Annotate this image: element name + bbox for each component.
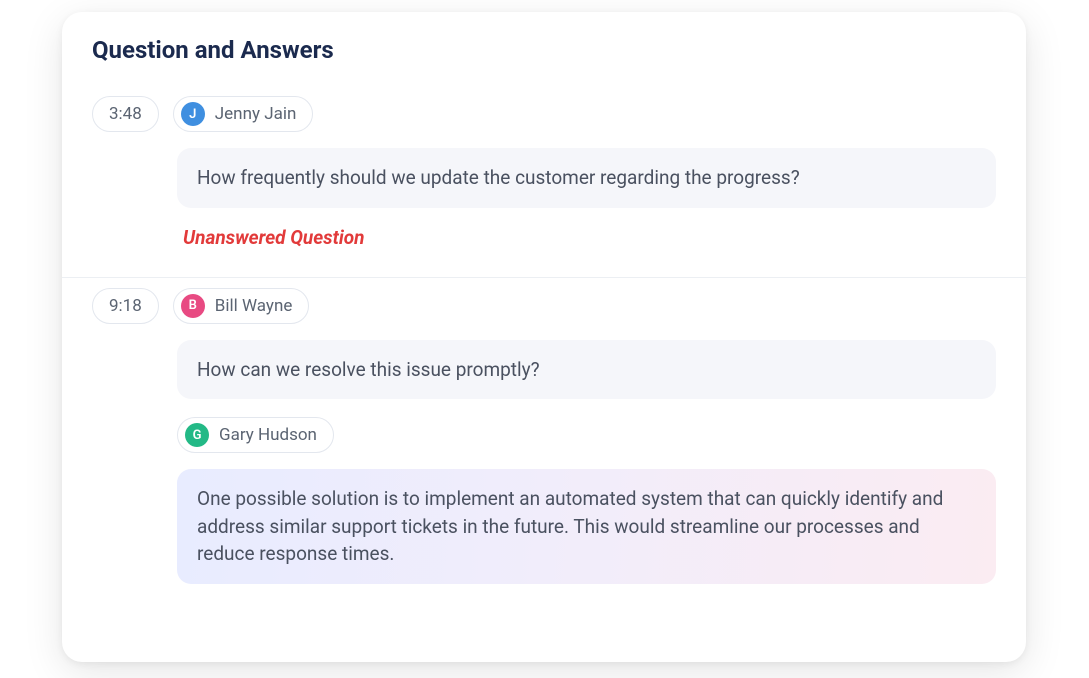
asker-name: Jenny Jain — [215, 104, 297, 124]
answerer-pill[interactable]: G Gary Hudson — [177, 417, 334, 453]
avatar: J — [181, 102, 205, 126]
avatar: B — [181, 294, 205, 318]
thread-header: 9:18 B Bill Wayne — [92, 288, 996, 324]
question-bubble: How frequently should we update the cust… — [177, 148, 996, 208]
asker-pill[interactable]: J Jenny Jain — [173, 96, 314, 132]
asker-pill[interactable]: B Bill Wayne — [173, 288, 310, 324]
avatar: G — [185, 423, 209, 447]
asker-name: Bill Wayne — [215, 296, 293, 316]
timestamp-pill[interactable]: 3:48 — [92, 96, 159, 132]
thread-header: 3:48 J Jenny Jain — [92, 96, 996, 132]
section-title: Question and Answers — [62, 12, 1026, 86]
answer-author-row: G Gary Hudson — [177, 417, 996, 453]
qa-card: Question and Answers 3:48 J Jenny Jain H… — [62, 12, 1026, 662]
thread-content: How can we resolve this issue promptly? … — [177, 340, 996, 584]
answer-bubble: One possible solution is to implement an… — [177, 469, 996, 584]
unanswered-label: Unanswered Question — [177, 226, 996, 249]
thread-content: How frequently should we update the cust… — [177, 148, 996, 249]
qa-thread: 3:48 J Jenny Jain How frequently should … — [62, 86, 1026, 277]
question-bubble: How can we resolve this issue promptly? — [177, 340, 996, 400]
answerer-name: Gary Hudson — [219, 425, 317, 445]
timestamp-pill[interactable]: 9:18 — [92, 288, 159, 324]
qa-thread: 9:18 B Bill Wayne How can we resolve thi… — [62, 277, 1026, 612]
